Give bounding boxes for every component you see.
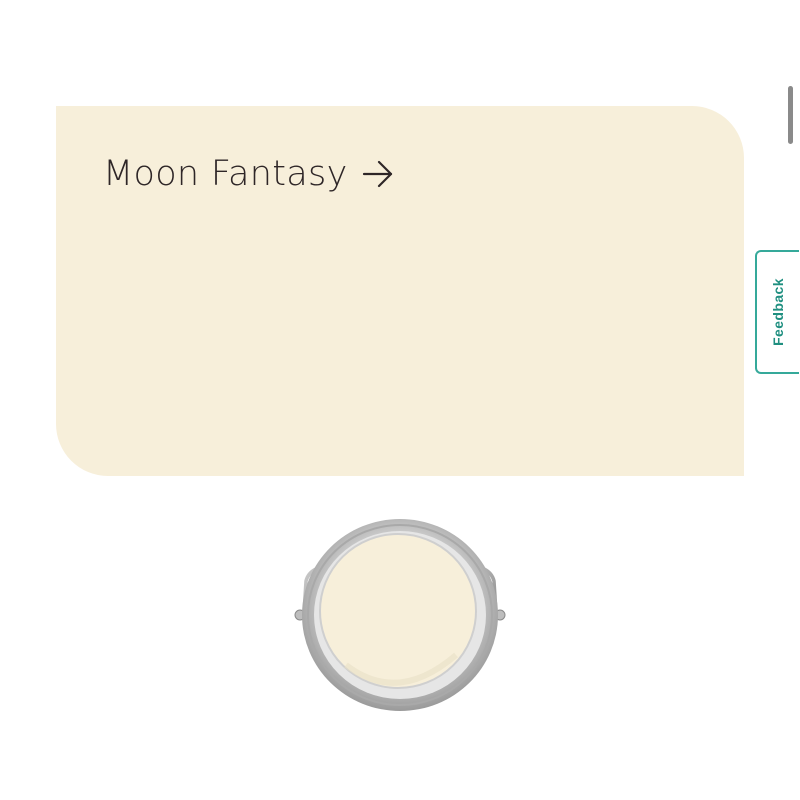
- feedback-button[interactable]: Feedback: [755, 250, 799, 374]
- color-title-row[interactable]: Moon Fantasy: [103, 154, 396, 194]
- paint-can-icon: [294, 519, 506, 711]
- feedback-label: Feedback: [770, 278, 786, 346]
- scrollbar-thumb[interactable]: [788, 86, 793, 144]
- page: Moon Fantasy Feedback: [0, 0, 800, 800]
- arrow-right-icon: [362, 160, 392, 188]
- color-name: Moon Fantasy: [103, 154, 348, 194]
- color-card[interactable]: Moon Fantasy: [56, 106, 744, 476]
